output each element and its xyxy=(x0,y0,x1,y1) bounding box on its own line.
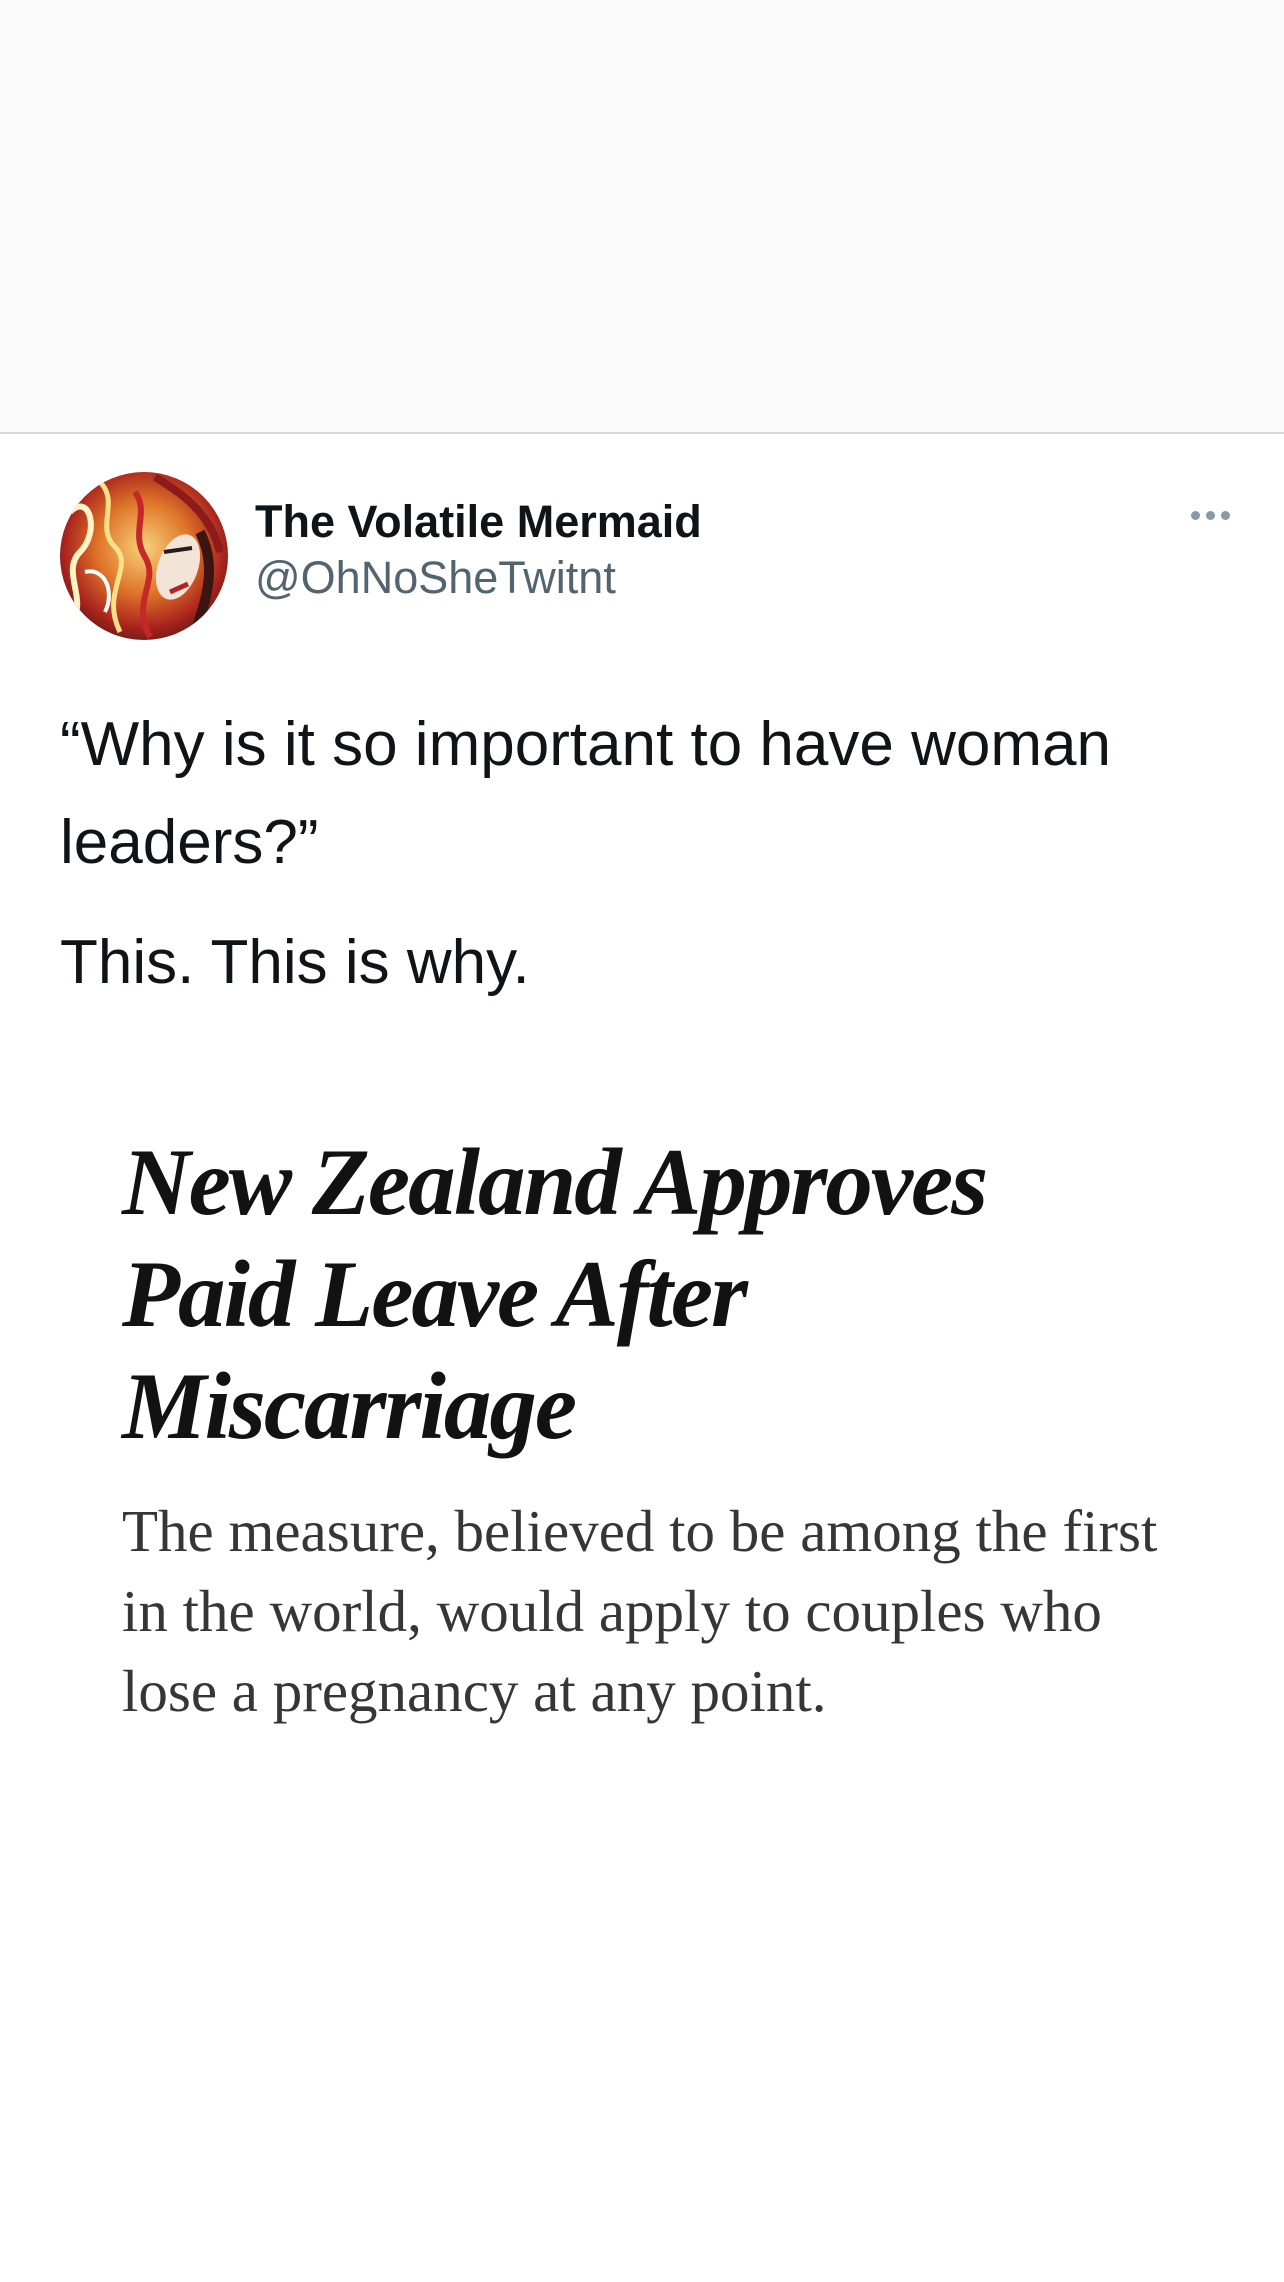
tweet-author[interactable]: The Volatile Mermaid @OhNoSheTwitnt xyxy=(255,494,702,606)
more-options-button[interactable] xyxy=(1180,500,1240,530)
avatar[interactable] xyxy=(60,472,228,640)
user-handle[interactable]: @OhNoSheTwitnt xyxy=(255,550,702,606)
tweet-text: “Why is it so important to have woman le… xyxy=(60,710,1111,877)
more-horizontal-icon xyxy=(1190,510,1200,520)
article-headline: New Zealand Approves Paid Leave After Mi… xyxy=(122,1129,988,1459)
avatar-image xyxy=(60,472,228,640)
tweet-text-secondary: This. This is why. xyxy=(60,928,530,997)
article-screenshot[interactable]: New Zealand Approves Paid Leave After Mi… xyxy=(60,1126,1224,1866)
display-name[interactable]: The Volatile Mermaid xyxy=(255,494,702,550)
top-blank-area xyxy=(0,0,1284,434)
tweet-card[interactable]: The Volatile Mermaid @OhNoSheTwitnt “Why… xyxy=(0,436,1284,2282)
article-summary: The measure, believed to be among the fi… xyxy=(122,1498,1158,1724)
